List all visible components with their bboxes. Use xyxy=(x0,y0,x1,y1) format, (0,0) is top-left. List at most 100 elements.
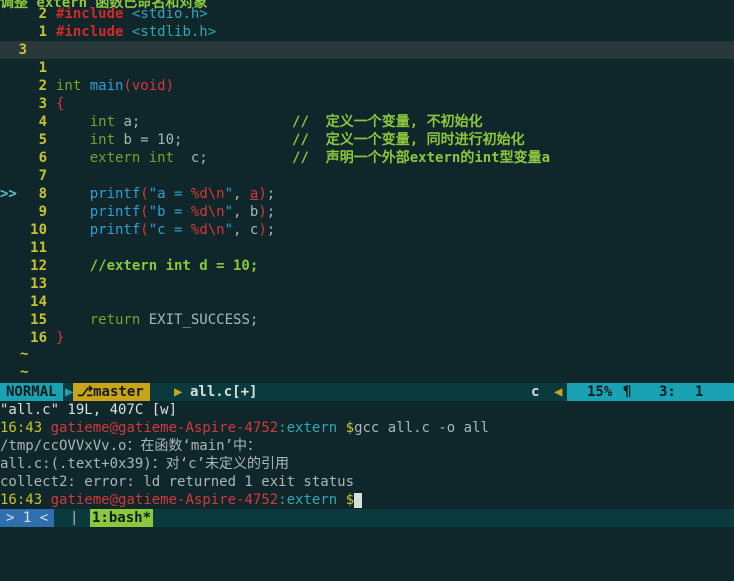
paren: ( xyxy=(140,204,149,220)
prompt-host: @gatieme-Aspire-4752 xyxy=(109,420,279,436)
type-keyword: int xyxy=(89,132,116,148)
terminal-line: "all.c" 19L, 407C [w] xyxy=(0,401,177,419)
string-literal: " xyxy=(224,222,234,238)
format-spec: %d\n xyxy=(190,222,225,238)
code-line: 1 xyxy=(0,59,734,77)
tmux-statusbar: > 1 < | 1:bash* xyxy=(0,509,734,527)
line-number: 15 xyxy=(30,312,47,328)
separator-arrow-icon: ▶ xyxy=(174,384,183,400)
format-spec: %d\n xyxy=(190,186,225,202)
code-line: 2 int main(void) xyxy=(0,77,734,95)
code-line: 10 printf("c = %d\n", c); xyxy=(0,221,734,239)
comment: // 定义一个变量, 同时进行初始化 xyxy=(292,132,525,148)
output-text: collect2: error: ld returned 1 exit stat… xyxy=(0,474,355,490)
code-text: { xyxy=(56,95,64,113)
prompt-time: 16:43 xyxy=(0,420,43,436)
code-line: 9 printf("b = %d\n", b); xyxy=(0,203,734,221)
vim-statusline: NORMAL ▶ ⎇master ▶ all.c[+] c ◀ 15% ¶ 3:… xyxy=(0,383,734,401)
line-number: 2 xyxy=(38,6,47,22)
tilde-marker: ~ xyxy=(20,346,29,362)
code-text: return EXIT_SUCCESS; xyxy=(56,311,259,329)
line-number: 3 xyxy=(18,42,27,58)
line-number: 5 xyxy=(38,132,47,148)
tmux-session[interactable]: > 1 < xyxy=(0,509,55,527)
code-line: 5 int b = 10; // 定义一个变量, 同时进行初始化 xyxy=(0,131,734,149)
line-number: 8 xyxy=(38,186,47,202)
code-text: extern int c; // 声明一个外部extern的int型变量a xyxy=(56,149,550,167)
declaration: b = 10; xyxy=(115,132,183,148)
vim-editor[interactable]: 调整 extern 函数已命名和对象 2 #include <stdio.h> 1 #… xyxy=(0,0,734,383)
code-text: #include <stdlib.h> xyxy=(56,23,216,41)
paren: ( xyxy=(140,222,149,238)
cursor-position: 15% ¶ 3: 1 xyxy=(567,383,734,401)
brace: } xyxy=(56,330,65,346)
comment: //extern int d = 10; xyxy=(89,258,259,274)
string-literal: " xyxy=(224,204,234,220)
prompt-symbol: $ xyxy=(345,492,355,508)
code-text: printf("c = %d\n", c); xyxy=(89,222,276,238)
string-literal: " xyxy=(224,186,234,202)
code-text: #include <stdio.h> xyxy=(56,5,208,23)
terminal-line: /tmp/ccOVVxVv.o：在函数‘main’中： xyxy=(0,437,261,455)
line-number: 16 xyxy=(30,330,47,346)
paren: ( xyxy=(140,186,149,202)
return-keyword: return xyxy=(89,312,141,328)
code-line: 3{ xyxy=(0,95,734,113)
line-number: 3: xyxy=(659,384,676,400)
code-line: 1 #include <stdlib.h> xyxy=(0,23,734,41)
vim-message: "all.c" 19L, 407C [w] xyxy=(0,402,178,418)
percent: 15% xyxy=(587,384,613,400)
line-number: 6 xyxy=(38,150,47,166)
type-keyword: int xyxy=(89,114,116,130)
command-text: gcc all.c -o all xyxy=(354,420,489,436)
code-line: 2 #include <stdio.h> xyxy=(0,5,734,23)
prompt-time: 16:43 xyxy=(0,492,43,508)
output-text: all.c:(.text+0x39)：对‘c’未定义的引用 xyxy=(0,456,290,472)
prompt-user: gatieme xyxy=(50,420,110,436)
preproc-keyword: #include xyxy=(56,24,124,40)
format-spec: %d\n xyxy=(190,204,225,220)
declaration: c; xyxy=(174,150,208,166)
code-text: //extern int d = 10; xyxy=(56,257,259,275)
type-keyword: extern int xyxy=(89,150,175,166)
tmux-window-tab[interactable]: 1:bash* xyxy=(90,509,154,527)
line-number: 9 xyxy=(38,204,47,220)
function-call: printf xyxy=(89,186,141,202)
code-line: 7 xyxy=(0,167,734,185)
line-number: 4 xyxy=(38,114,47,130)
code-text: } xyxy=(56,329,64,347)
code-text: int a; // 定义一个变量, 不初始化 xyxy=(56,113,483,131)
terminal-line: collect2: error: ld returned 1 exit stat… xyxy=(0,473,354,491)
function-call: printf xyxy=(89,204,141,220)
header-name: <stdlib.h> xyxy=(131,24,217,40)
code-text: printf("a = %d\n", a); xyxy=(89,186,276,202)
line-number: 2 xyxy=(38,78,47,94)
function-call: printf xyxy=(89,222,141,238)
prompt-dir: :extern xyxy=(278,492,338,508)
paren: ) xyxy=(258,204,267,220)
string-literal: "b = xyxy=(148,204,191,220)
code-line: 6 extern int c; // 声明一个外部extern的int型变量a xyxy=(0,149,734,167)
code-line: 16} xyxy=(0,329,734,347)
line-number: 1 xyxy=(38,60,47,76)
code-line: 14 xyxy=(0,293,734,311)
code-line: 8 >> printf("a = %d\n", a); xyxy=(0,185,734,203)
output-text: /tmp/ccOVVxVv.o：在函数‘main’中： xyxy=(0,438,262,454)
code-line: 12 //extern int d = 10; xyxy=(0,257,734,275)
terminal-line: all.c:(.text+0x39)：对‘c’未定义的引用 xyxy=(0,455,289,473)
comment: // 定义一个变量, 不初始化 xyxy=(292,114,483,130)
line-number: 10 xyxy=(30,222,47,238)
paren: ) xyxy=(258,186,267,202)
terminal-line: 16:43 gatieme@gatieme-Aspire-4752:extern… xyxy=(0,491,363,509)
tmux-separator: | xyxy=(70,510,79,526)
return-value: EXIT_SUCCESS; xyxy=(148,312,259,328)
params: (void) xyxy=(123,78,175,94)
string-literal: "a = xyxy=(148,186,191,202)
code-line: 11 xyxy=(0,239,734,257)
brace: { xyxy=(56,96,65,112)
bottom-padding xyxy=(0,527,734,535)
code-line: 13 xyxy=(0,275,734,293)
line-number: 14 xyxy=(30,294,47,310)
pilcrow-icon: ¶ xyxy=(623,384,632,400)
tilde-marker: ~ xyxy=(20,364,29,380)
